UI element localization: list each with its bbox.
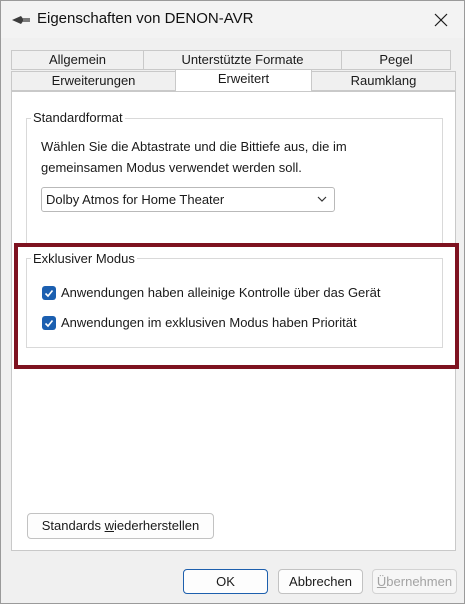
exclusive-mode-group (26, 258, 443, 348)
checkbox-row-exclusive-priority[interactable]: Anwendungen im exklusiven Modus haben Pr… (42, 315, 357, 330)
speaker-icon (11, 13, 31, 27)
standardformat-description: Wählen Sie die Abtastrate und die Bittie… (41, 136, 347, 178)
tab-raumklang[interactable]: Raumklang (311, 71, 456, 91)
tab-erweiterungen[interactable]: Erweiterungen (11, 71, 176, 91)
restore-label-suffix: iederherstellen (113, 518, 200, 533)
cancel-button[interactable]: Abbrechen (278, 569, 363, 594)
description-line-1: Wählen Sie die Abtastrate und die Bittie… (41, 139, 347, 154)
exclusive-priority-checkbox[interactable] (42, 315, 56, 330)
tab-erweitert[interactable]: Erweitert (175, 69, 312, 91)
properties-dialog: Eigenschaften von DENON-AVR Allgemein Un… (0, 0, 465, 604)
apply-label-suffix: bernehmen (386, 574, 453, 589)
checkmark-icon (44, 319, 54, 327)
close-icon (434, 13, 448, 26)
tab-allgemein[interactable]: Allgemein (11, 50, 144, 70)
restore-label-mnemonic: w (104, 518, 114, 533)
apply-label-mnemonic: Ü (376, 574, 387, 589)
tab-pegel[interactable]: Pegel (341, 50, 451, 70)
checkbox-row-exclusive-control[interactable]: Anwendungen haben alleinige Kontrolle üb… (42, 285, 380, 300)
tab-panel-erweitert: Standardformat Wählen Sie die Abtastrate… (11, 91, 456, 551)
tab-unterstuetzte-formate[interactable]: Unterstützte Formate (143, 50, 342, 70)
checkmark-icon (44, 289, 54, 297)
close-button[interactable] (418, 1, 464, 38)
standardformat-title: Standardformat (31, 110, 125, 125)
format-select-value: Dolby Atmos for Home Theater (46, 192, 225, 207)
exclusive-priority-label: Anwendungen im exklusiven Modus haben Pr… (61, 315, 357, 330)
chevron-down-icon (316, 192, 328, 206)
window-title: Eigenschaften von DENON-AVR (37, 10, 254, 27)
title-bar[interactable]: Eigenschaften von DENON-AVR (1, 1, 464, 38)
exclusive-mode-title: Exklusiver Modus (31, 251, 137, 266)
restore-defaults-button[interactable]: Standards wiederherstellen (27, 513, 214, 539)
exclusive-control-label: Anwendungen haben alleinige Kontrolle üb… (61, 285, 381, 300)
description-line-2: gemeinsamen Modus verwendet werden soll. (41, 160, 302, 175)
exclusive-control-checkbox[interactable] (42, 285, 56, 300)
apply-button[interactable]: Übernehmen (372, 569, 457, 594)
restore-label-prefix: Standards (41, 518, 105, 533)
ok-button[interactable]: OK (183, 569, 268, 594)
format-select[interactable]: Dolby Atmos for Home Theater (41, 187, 335, 212)
